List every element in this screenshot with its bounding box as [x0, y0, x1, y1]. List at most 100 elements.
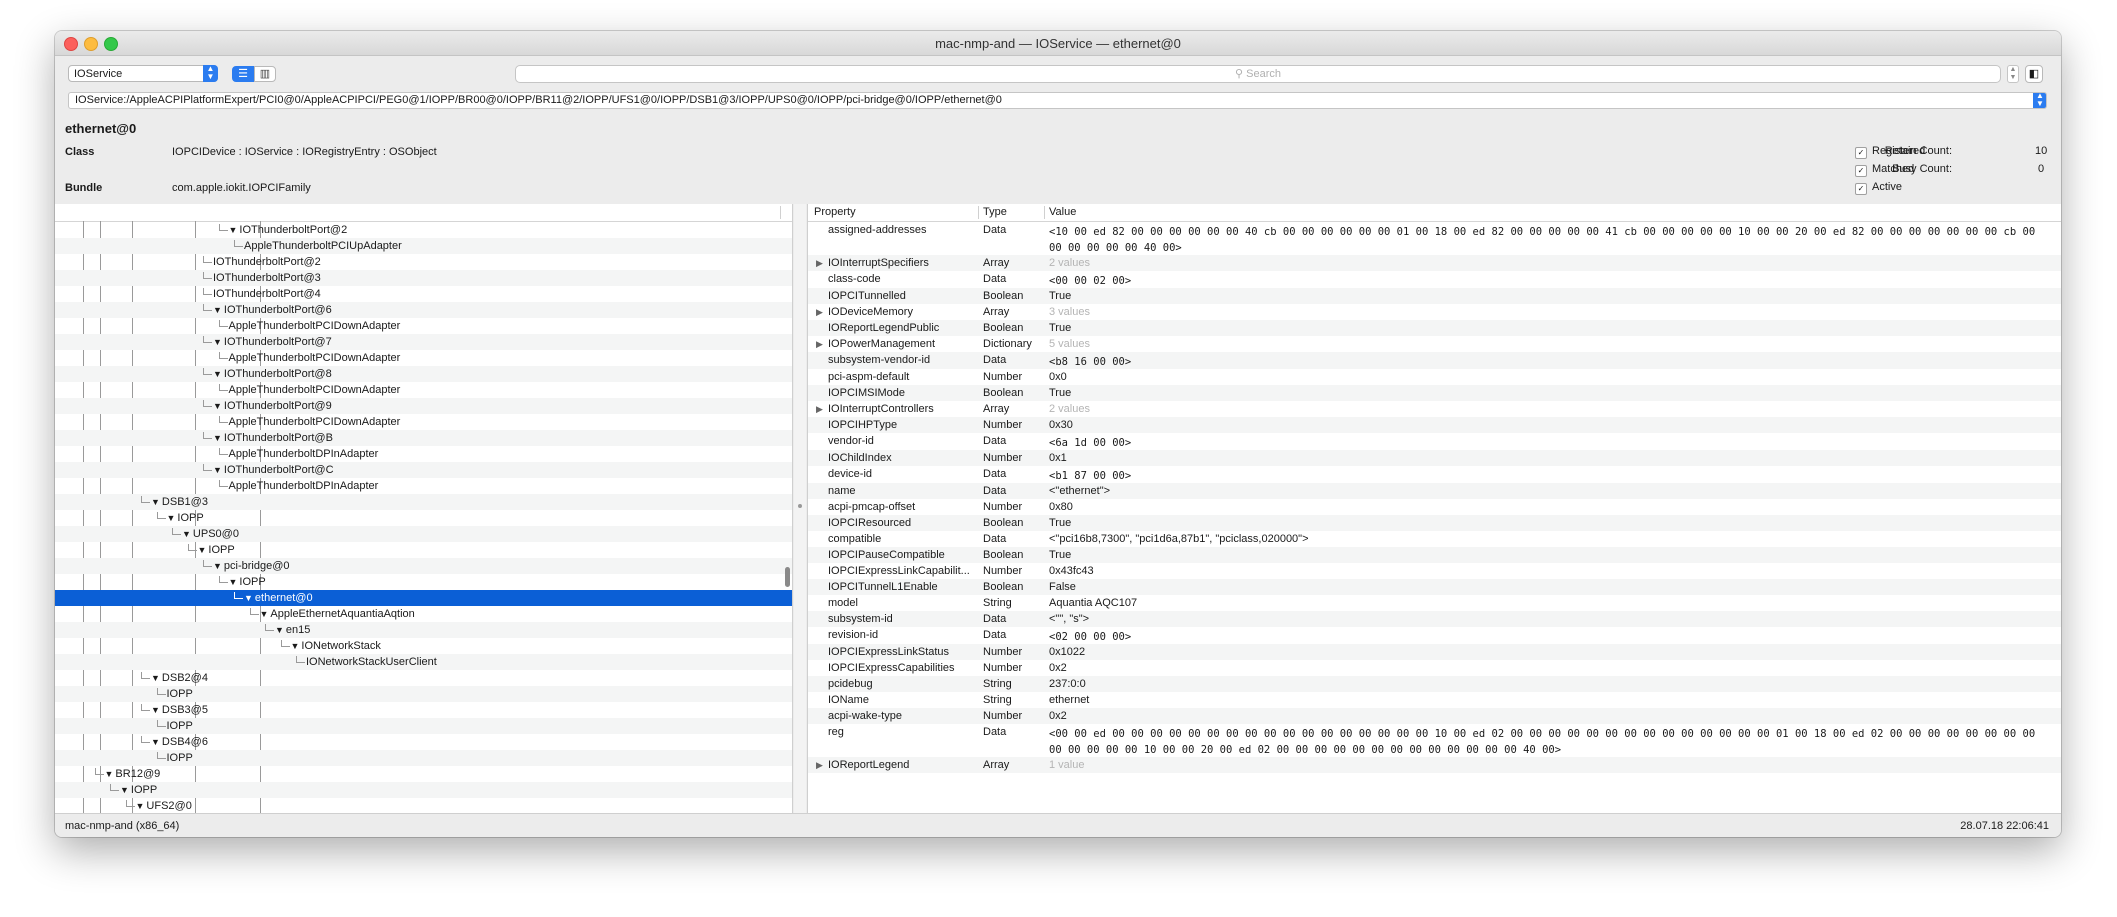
property-row[interactable]: IOPCIResourced Boolean True — [808, 515, 2061, 531]
property-row[interactable]: IOPCITunnelL1Enable Boolean False — [808, 579, 2061, 595]
tree-scrollbar[interactable] — [785, 567, 790, 587]
tree-row[interactable]: IOThunderboltPort@2 — [55, 254, 792, 270]
property-row[interactable]: pcidebug String 237:0:0 — [808, 676, 2061, 692]
tree-row[interactable]: ▼ UFS2@0 — [55, 798, 792, 813]
tree-row[interactable]: AppleThunderboltPCIDownAdapter — [55, 414, 792, 430]
disclosure-triangle-icon[interactable]: ▼ — [136, 801, 145, 811]
tree-row[interactable]: ▼ IOThunderboltPort@C — [55, 462, 792, 478]
sidebar-toggle-button[interactable]: ◧ — [2025, 65, 2043, 83]
property-row[interactable]: ▶ IODeviceMemory Array 3 values — [808, 304, 2061, 320]
property-row[interactable]: model String Aquantia AQC107 — [808, 595, 2061, 611]
tree-row[interactable]: ▼ IOPP — [55, 574, 792, 590]
disclosure-triangle-icon[interactable]: ▶ — [816, 757, 823, 773]
registry-tree[interactable]: ▼ IOThunderboltPort@2 AppleThunderboltPCIU… — [55, 204, 793, 813]
tree-row[interactable]: ▼ AppleEthernetAquantiaAqtion — [55, 606, 792, 622]
disclosure-triangle-icon[interactable]: ▼ — [151, 673, 160, 683]
list-view-button[interactable]: ☰ — [232, 66, 254, 82]
disclosure-triangle-icon[interactable]: ▶ — [816, 336, 823, 352]
property-row[interactable]: subsystem-vendor-id Data <b8 16 00 00> — [808, 352, 2061, 369]
disclosure-triangle-icon[interactable]: ▼ — [213, 465, 222, 475]
disclosure-triangle-icon[interactable]: ▼ — [105, 769, 114, 779]
disclosure-triangle-icon[interactable]: ▼ — [291, 641, 300, 651]
property-row[interactable]: ▶ IOInterruptControllers Array 2 values — [808, 401, 2061, 417]
property-row[interactable]: class-code Data <00 00 02 00> — [808, 271, 2061, 288]
property-row[interactable]: acpi-pmcap-offset Number 0x80 — [808, 499, 2061, 515]
disclosure-triangle-icon[interactable]: ▼ — [275, 625, 284, 635]
disclosure-triangle-icon[interactable]: ▼ — [213, 433, 222, 443]
disclosure-triangle-icon[interactable]: ▼ — [213, 305, 222, 315]
tree-row[interactable]: IOThunderboltPort@3 — [55, 270, 792, 286]
tree-row[interactable]: ▼ IOThunderboltPort@9 — [55, 398, 792, 414]
disclosure-triangle-icon[interactable]: ▼ — [213, 561, 222, 571]
tree-row[interactable]: ▼ IONetworkStack — [55, 638, 792, 654]
properties-table[interactable]: Property Type Value assigned-addresses Da… — [807, 204, 2061, 813]
tree-row[interactable]: ▼ IOPP — [55, 510, 792, 526]
tree-row[interactable]: IOPP — [55, 750, 792, 766]
tree-row[interactable]: IONetworkStackUserClient — [55, 654, 792, 670]
active-checkbox[interactable]: ✓ Active — [1855, 181, 1902, 195]
property-row[interactable]: IOChildIndex Number 0x1 — [808, 450, 2061, 466]
search-stepper[interactable]: ▲ ▼ — [2007, 65, 2019, 83]
property-row[interactable]: reg Data <00 00 ed 00 00 00 00 00 00 00 00… — [808, 724, 2061, 757]
disclosure-triangle-icon[interactable]: ▼ — [182, 529, 191, 539]
disclosure-triangle-icon[interactable]: ▼ — [213, 369, 222, 379]
path-field[interactable]: IOService:/AppleACPIPlatformExpert/PCI0@… — [68, 92, 2047, 109]
disclosure-triangle-icon[interactable]: ▼ — [213, 401, 222, 411]
property-row[interactable]: acpi-wake-type Number 0x2 — [808, 708, 2061, 724]
property-row[interactable]: name Data <"ethernet"> — [808, 483, 2061, 499]
property-row[interactable]: compatible Data <"pci16b8,7300", "pci1d6a,… — [808, 531, 2061, 547]
tree-row[interactable]: ▼ IOThunderboltPort@8 — [55, 366, 792, 382]
column-view-button[interactable]: ▥ — [254, 66, 276, 82]
value-column-header[interactable]: Value — [1049, 204, 1076, 221]
property-row[interactable]: pci-aspm-default Number 0x0 — [808, 369, 2061, 385]
search-field[interactable]: ⚲ Search — [515, 65, 2001, 83]
tree-row[interactable]: AppleThunderboltPCIDownAdapter — [55, 350, 792, 366]
disclosure-triangle-icon[interactable]: ▼ — [213, 337, 222, 347]
property-row[interactable]: IOPCIExpressLinkStatus Number 0x1022 — [808, 644, 2061, 660]
property-row[interactable]: IOName String ethernet — [808, 692, 2061, 708]
property-row[interactable]: revision-id Data <02 00 00 00> — [808, 627, 2061, 644]
tree-row[interactable]: IOPP — [55, 686, 792, 702]
disclosure-triangle-icon[interactable]: ▼ — [229, 225, 238, 235]
tree-row[interactable]: ▼ DSB3@5 — [55, 702, 792, 718]
property-row[interactable]: IOPCIHPType Number 0x30 — [808, 417, 2061, 433]
disclosure-triangle-icon[interactable]: ▶ — [816, 304, 823, 320]
property-row[interactable]: assigned-addresses Data <10 00 ed 82 00 00… — [808, 222, 2061, 255]
tree-row[interactable]: ▼ IOThunderboltPort@B — [55, 430, 792, 446]
tree-row[interactable]: AppleThunderboltPCIUpAdapter — [55, 238, 792, 254]
property-row[interactable]: IOPCIExpressCapabilities Number 0x2 — [808, 660, 2061, 676]
tree-row[interactable]: IOPP — [55, 718, 792, 734]
tree-row[interactable]: ▼ DSB2@4 — [55, 670, 792, 686]
tree-row[interactable]: AppleThunderboltDPInAdapter — [55, 478, 792, 494]
tree-row[interactable]: ▼ IOThunderboltPort@6 — [55, 302, 792, 318]
tree-row[interactable]: ▼ IOPP — [55, 542, 792, 558]
property-row[interactable]: IOPCIPauseCompatible Boolean True — [808, 547, 2061, 563]
property-row[interactable]: IOPCIExpressLinkCapabilit... Number 0x43fc… — [808, 563, 2061, 579]
tree-row[interactable]: ▼ DSB1@3 — [55, 494, 792, 510]
tree-row[interactable]: ▼ IOThunderboltPort@2 — [55, 222, 792, 238]
disclosure-triangle-icon[interactable]: ▼ — [244, 593, 253, 603]
disclosure-triangle-icon[interactable]: ▼ — [151, 705, 160, 715]
tree-row[interactable]: AppleThunderboltDPInAdapter — [55, 446, 792, 462]
tree-row[interactable]: ▼ DSB4@6 — [55, 734, 792, 750]
disclosure-triangle-icon[interactable]: ▼ — [151, 497, 160, 507]
tree-row[interactable]: ▼ BR12@9 — [55, 766, 792, 782]
tree-row[interactable]: AppleThunderboltPCIDownAdapter — [55, 318, 792, 334]
disclosure-triangle-icon[interactable]: ▼ — [167, 513, 176, 523]
disclosure-triangle-icon[interactable]: ▼ — [151, 737, 160, 747]
property-row[interactable]: device-id Data <b1 87 00 00> — [808, 466, 2061, 483]
disclosure-triangle-icon[interactable]: ▶ — [816, 401, 823, 417]
tree-row[interactable]: ▼ IOPP — [55, 782, 792, 798]
disclosure-triangle-icon[interactable]: ▼ — [229, 577, 238, 587]
tree-row[interactable]: ▼ UPS0@0 — [55, 526, 792, 542]
property-row[interactable]: IOPCIMSIMode Boolean True — [808, 385, 2061, 401]
tree-row[interactable]: ▼ IOThunderboltPort@7 — [55, 334, 792, 350]
property-row[interactable]: subsystem-id Data <"", "s"> — [808, 611, 2061, 627]
tree-row[interactable]: AppleThunderboltPCIDownAdapter — [55, 382, 792, 398]
disclosure-triangle-icon[interactable]: ▼ — [120, 785, 129, 795]
type-column-header[interactable]: Type — [983, 204, 1007, 221]
property-column-header[interactable]: Property — [814, 204, 856, 221]
tree-row[interactable]: ▼ pci-bridge@0 — [55, 558, 792, 574]
tree-row[interactable]: IOThunderboltPort@4 — [55, 286, 792, 302]
property-row[interactable]: IOPCITunnelled Boolean True — [808, 288, 2061, 304]
